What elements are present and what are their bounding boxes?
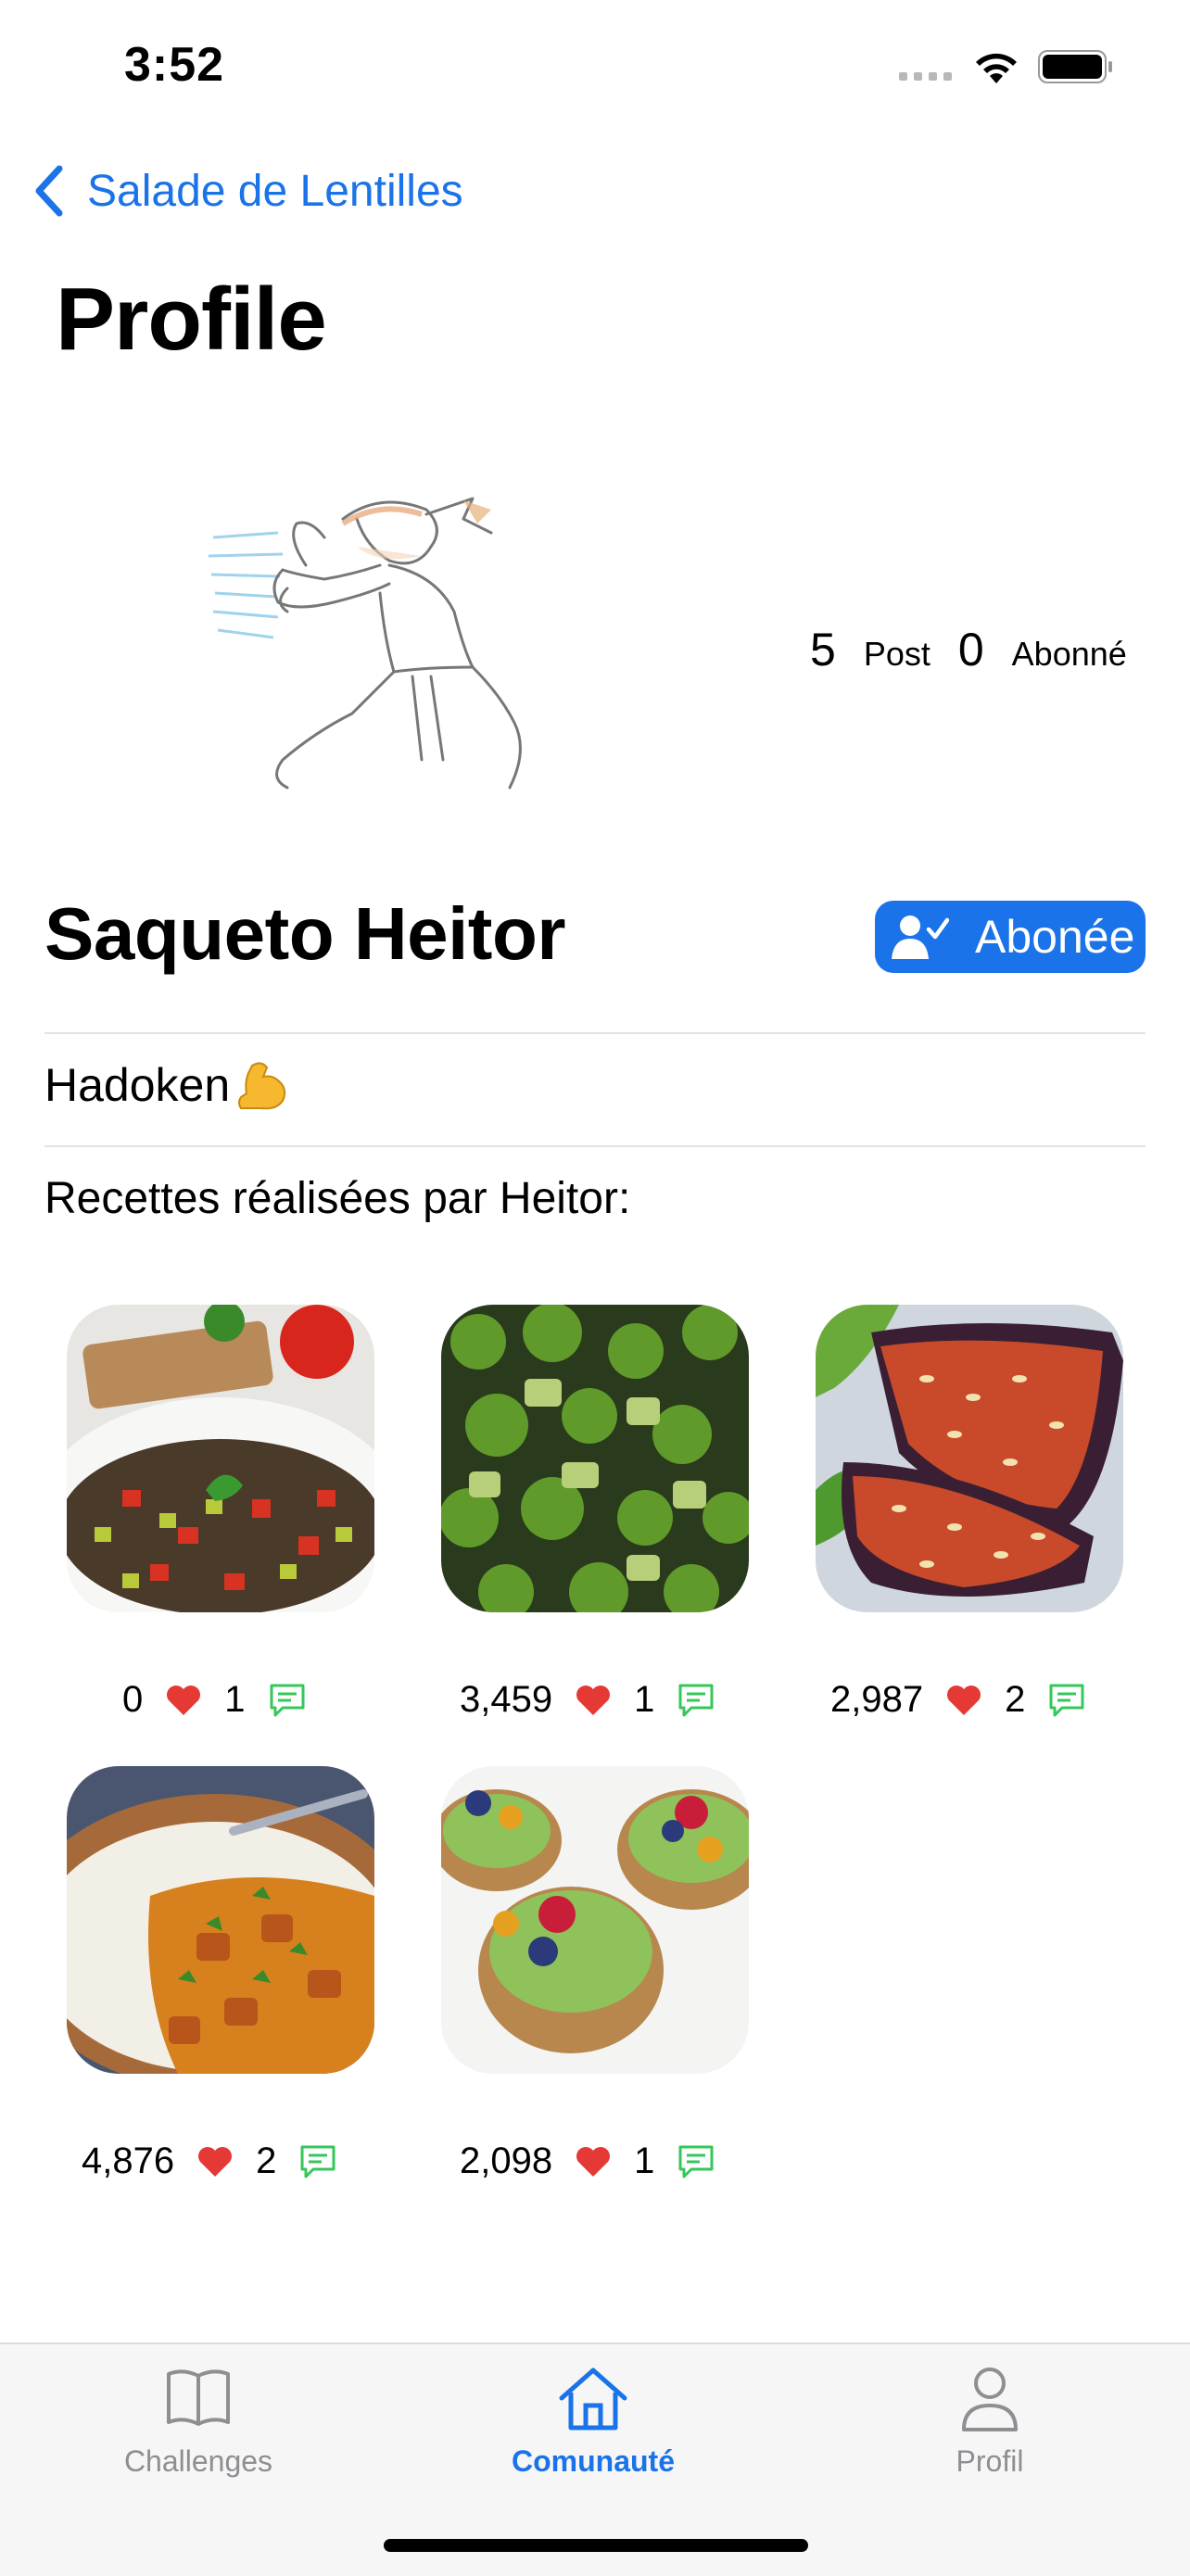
recipe-thumbnail[interactable] xyxy=(441,1766,749,2074)
recipes-section-title: Recettes réalisées par Heitor: xyxy=(44,1174,631,1223)
recipe-stats: 4,876 2 xyxy=(82,2140,337,2182)
comments-count: 2 xyxy=(256,2140,277,2181)
page-title: Profile xyxy=(56,270,327,369)
divider xyxy=(44,1032,1146,1034)
recipe-stats: 2,987 2 xyxy=(830,1679,1086,1721)
tab-challenges[interactable]: Challenges xyxy=(59,2365,337,2479)
follow-button[interactable]: Abonée xyxy=(875,901,1146,973)
back-button-label: Salade de Lentilles xyxy=(87,166,463,216)
avatar xyxy=(208,497,522,789)
followers-count: 0 xyxy=(957,624,984,676)
likes-count: 0 xyxy=(122,1679,144,1720)
heart-icon[interactable] xyxy=(196,2145,234,2178)
recipe-stats: 0 1 xyxy=(122,1679,307,1721)
comments-count: 2 xyxy=(1005,1679,1026,1720)
stuffed-eggplant-photo xyxy=(816,1305,1123,1612)
person-icon xyxy=(962,2368,1018,2431)
chevron-left-icon xyxy=(35,165,63,217)
profile-stats: 5 Post 0 Abonné xyxy=(810,623,1127,676)
status-time: 3:52 xyxy=(124,38,225,92)
battery-icon xyxy=(1038,50,1112,83)
comment-icon[interactable] xyxy=(268,1682,307,1719)
profile-bio: Hadoken xyxy=(44,1056,291,1114)
bio-text: Hadoken xyxy=(44,1059,231,1111)
tab-label: Profil xyxy=(956,2444,1024,2478)
tab-label: Challenges xyxy=(123,2444,273,2478)
divider xyxy=(44,1145,1146,1147)
posts-count: 5 xyxy=(810,624,836,676)
tab-profile[interactable]: Profil xyxy=(851,2365,1129,2479)
broccoli-photo xyxy=(441,1305,749,1612)
wifi-icon xyxy=(976,53,1017,83)
book-icon xyxy=(167,2369,230,2426)
tab-community[interactable]: Comunauté xyxy=(454,2365,732,2479)
home-indicator xyxy=(384,2539,808,2552)
cellular-signal-icon xyxy=(899,72,952,81)
curry-rice-photo xyxy=(67,1766,374,2074)
person-check-icon xyxy=(892,915,949,959)
lentil-salad-photo xyxy=(67,1305,374,1612)
recipe-stats: 2,098 1 xyxy=(460,2140,715,2182)
followers-label: Abonné xyxy=(1011,635,1127,673)
home-icon xyxy=(559,2368,627,2431)
recipe-thumbnail[interactable] xyxy=(67,1305,374,1612)
comment-icon[interactable] xyxy=(298,2143,337,2180)
follow-button-label: Abonée xyxy=(975,911,1135,963)
likes-count: 3,459 xyxy=(460,1679,553,1720)
comment-icon[interactable] xyxy=(1047,1682,1086,1719)
likes-count: 2,098 xyxy=(460,2140,553,2181)
recipe-thumbnail[interactable] xyxy=(67,1766,374,2074)
heart-icon[interactable] xyxy=(165,1684,202,1717)
tab-label: Comunauté xyxy=(512,2444,675,2478)
recipe-thumbnail[interactable] xyxy=(816,1305,1123,1612)
heart-icon[interactable] xyxy=(575,1684,612,1717)
heart-icon[interactable] xyxy=(575,2145,612,2178)
flexed-biceps-icon xyxy=(238,1062,286,1110)
heart-icon[interactable] xyxy=(945,1684,982,1717)
comment-icon[interactable] xyxy=(677,1682,715,1719)
likes-count: 2,987 xyxy=(830,1679,924,1720)
avocado-tartlets-photo xyxy=(441,1766,749,2074)
likes-count: 4,876 xyxy=(82,2140,175,2181)
posts-label: Post xyxy=(863,635,930,673)
comments-count: 1 xyxy=(634,2140,655,2181)
back-button[interactable]: Salade de Lentilles xyxy=(32,163,463,219)
recipe-stats: 3,459 1 xyxy=(460,1679,715,1721)
comments-count: 1 xyxy=(634,1679,655,1720)
comments-count: 1 xyxy=(224,1679,246,1720)
profile-name: Saqueto Heitor xyxy=(44,892,565,975)
recipe-thumbnail[interactable] xyxy=(441,1305,749,1612)
comment-icon[interactable] xyxy=(677,2143,715,2180)
